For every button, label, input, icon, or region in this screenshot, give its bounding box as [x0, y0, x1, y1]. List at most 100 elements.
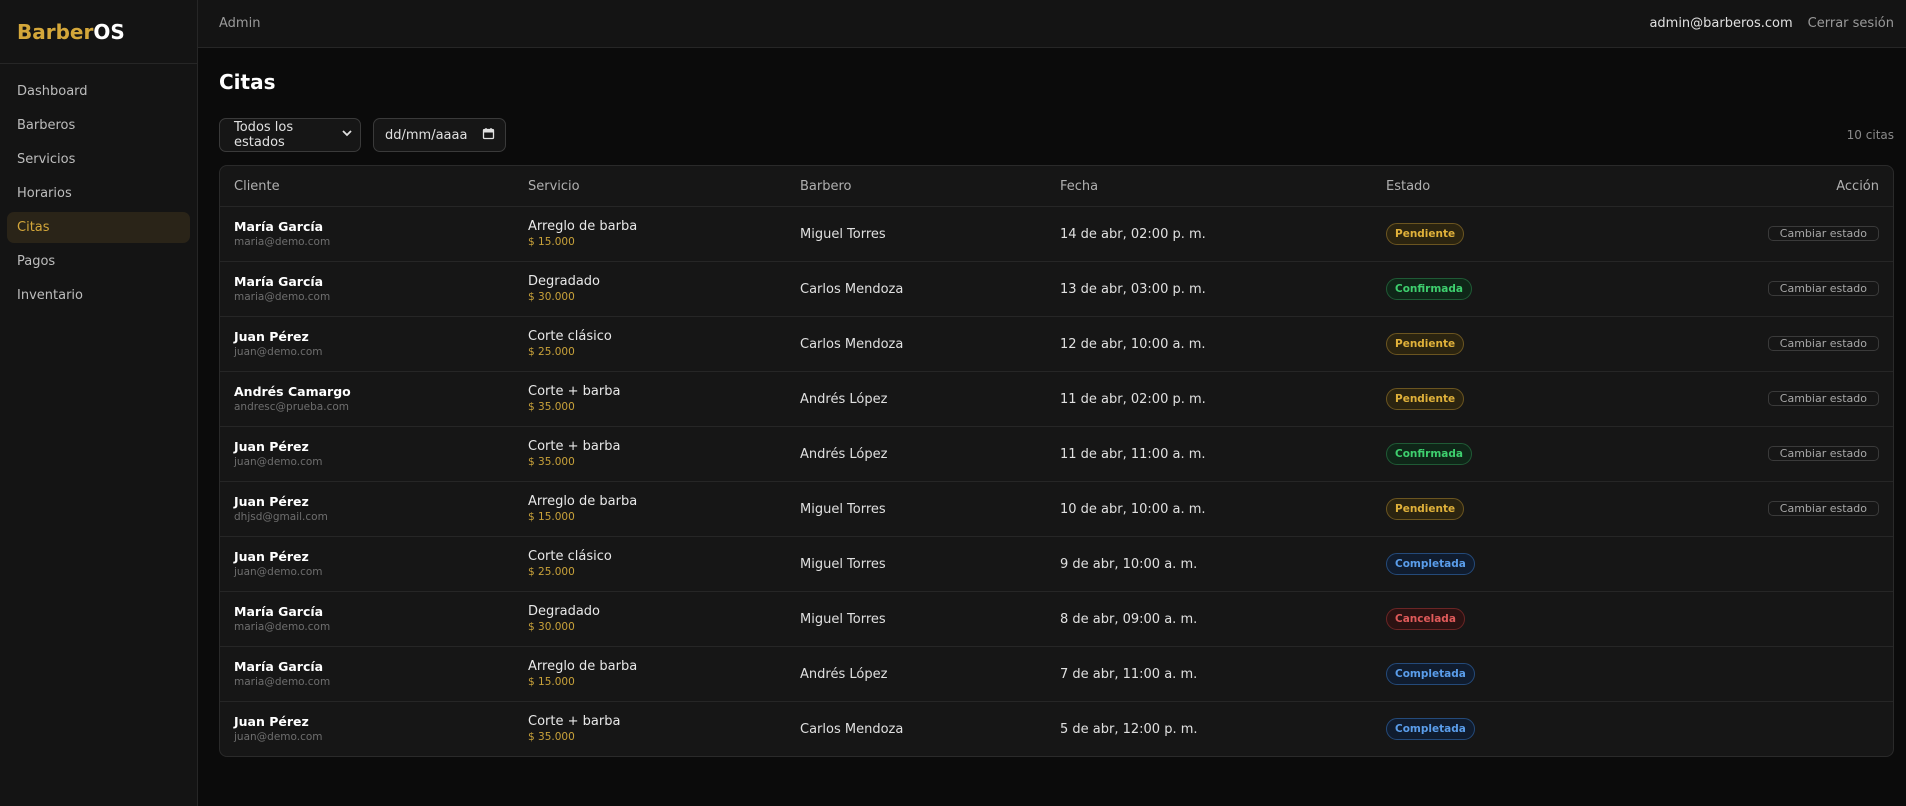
- table-row: María García maria@demo.com Arreglo de bar…: [220, 206, 1893, 261]
- sidebar-item-barberos[interactable]: Barberos: [7, 110, 190, 141]
- client-cell: Juan Pérez juan@demo.com: [234, 549, 323, 579]
- status-cell: Pendiente: [1386, 498, 1465, 520]
- status-badge: Completada: [1386, 663, 1475, 685]
- action-cell: Cambiar estado: [1767, 387, 1879, 411]
- service-price: $ 25.000: [528, 566, 575, 578]
- status-badge: Pendiente: [1386, 388, 1465, 410]
- main-content: Citas Todos los estados dd/mm/aaaa 10 ci…: [198, 48, 1906, 806]
- action-cell: Cambiar estado: [1767, 497, 1879, 521]
- sidebar-item-label: Inventario: [17, 288, 83, 303]
- table-row: Juan Pérez juan@demo.com Corte clásico $ 25…: [220, 316, 1893, 371]
- sidebar-item-servicios[interactable]: Servicios: [7, 144, 190, 175]
- client-cell: María García maria@demo.com: [234, 659, 330, 689]
- appointment-date: 11 de abr, 02:00 p. m.: [1060, 391, 1206, 407]
- header-accion: Acción: [1836, 178, 1879, 194]
- service-name: Corte clásico: [528, 549, 612, 564]
- user-role: Admin: [219, 16, 261, 31]
- appointment-date: 13 de abr, 03:00 p. m.: [1060, 281, 1206, 297]
- service-name: Arreglo de barba: [528, 494, 638, 509]
- sidebar: Barber OS Dashboard Barberos Servicios Horar…: [0, 0, 198, 806]
- appointment-date: 14 de abr, 02:00 p. m.: [1060, 226, 1206, 242]
- status-badge: Cancelada: [1386, 608, 1465, 630]
- service-name: Corte clásico: [528, 329, 612, 344]
- sidebar-item-horarios[interactable]: Horarios: [7, 178, 190, 209]
- status-filter-select[interactable]: Todos los estados: [219, 118, 361, 152]
- change-status-button[interactable]: Cambiar estado: [1767, 446, 1879, 461]
- status-cell: Completada: [1386, 553, 1475, 575]
- change-status-button[interactable]: Cambiar estado: [1767, 501, 1879, 516]
- brand-part-2: OS: [93, 19, 125, 44]
- client-name: Juan Pérez: [234, 439, 309, 454]
- table-row: Juan Pérez juan@demo.com Corte clásico $ 25…: [220, 536, 1893, 591]
- topbar-user-area: admin@barberos.com Cerrar sesión: [1649, 16, 1894, 31]
- service-cell: Corte + barba $ 35.000: [528, 439, 620, 469]
- logout-link[interactable]: Cerrar sesión: [1808, 16, 1894, 31]
- service-price: $ 25.000: [528, 346, 575, 358]
- service-name: Arreglo de barba: [528, 659, 638, 674]
- change-status-button[interactable]: Cambiar estado: [1767, 391, 1879, 406]
- date-filter-input[interactable]: dd/mm/aaaa: [373, 118, 506, 152]
- barber-name: Carlos Mendoza: [800, 721, 904, 737]
- sidebar-nav: Dashboard Barberos Servicios Horarios Citas P…: [0, 64, 197, 311]
- status-badge: Confirmada: [1386, 443, 1472, 465]
- action-cell: Cambiar estado: [1767, 442, 1879, 466]
- barber-name: Andrés López: [800, 391, 888, 407]
- client-cell: Juan Pérez juan@demo.com: [234, 329, 323, 359]
- barber-name: Carlos Mendoza: [800, 281, 904, 297]
- sidebar-item-label: Dashboard: [17, 84, 88, 99]
- service-price: $ 35.000: [528, 456, 575, 468]
- barber-name: Miguel Torres: [800, 611, 886, 627]
- calendar-icon[interactable]: [482, 127, 495, 144]
- status-badge: Confirmada: [1386, 278, 1472, 300]
- status-cell: Pendiente: [1386, 333, 1465, 355]
- date-filter-placeholder: dd/mm/aaaa: [385, 127, 468, 143]
- client-email: juan@demo.com: [234, 731, 323, 743]
- barber-name: Andrés López: [800, 666, 888, 682]
- table-row: María García maria@demo.com Arreglo de bar…: [220, 646, 1893, 701]
- status-badge: Pendiente: [1386, 223, 1465, 245]
- client-cell: Juan Pérez juan@demo.com: [234, 714, 323, 744]
- service-name: Corte + barba: [528, 384, 621, 399]
- status-cell: Pendiente: [1386, 223, 1465, 245]
- client-email: andresc@prueba.com: [234, 401, 350, 413]
- barber-name: Miguel Torres: [800, 226, 886, 242]
- change-status-button[interactable]: Cambiar estado: [1767, 226, 1879, 241]
- header-estado[interactable]: Estado: [1386, 179, 1430, 194]
- table-row: Juan Pérez dhjsd@gmail.com Arreglo de barb…: [220, 481, 1893, 536]
- brand-logo[interactable]: Barber OS: [0, 0, 197, 64]
- sidebar-item-citas[interactable]: Citas: [7, 212, 190, 243]
- status-badge: Completada: [1386, 718, 1475, 740]
- page-title: Citas: [219, 70, 276, 94]
- change-status-button[interactable]: Cambiar estado: [1767, 281, 1879, 296]
- change-status-button[interactable]: Cambiar estado: [1767, 336, 1879, 351]
- status-badge: Completada: [1386, 553, 1475, 575]
- table-row: María García maria@demo.com Degradado $ 30.…: [220, 591, 1893, 646]
- service-price: $ 30.000: [528, 291, 575, 303]
- barber-name: Miguel Torres: [800, 556, 886, 572]
- header-servicio[interactable]: Servicio: [528, 179, 580, 194]
- header-cliente[interactable]: Cliente: [234, 179, 280, 194]
- status-cell: Confirmada: [1386, 278, 1472, 300]
- client-email: maria@demo.com: [234, 291, 331, 303]
- table-row: Juan Pérez juan@demo.com Corte + barba $ 35…: [220, 701, 1893, 756]
- topbar: Admin admin@barberos.com Cerrar sesión: [198, 0, 1906, 48]
- filters-bar: Todos los estados dd/mm/aaaa 10 citas: [219, 118, 1894, 152]
- sidebar-item-dashboard[interactable]: Dashboard: [7, 76, 190, 107]
- header-fecha[interactable]: Fecha: [1060, 179, 1098, 194]
- service-name: Arreglo de barba: [528, 219, 638, 234]
- client-email: maria@demo.com: [234, 236, 331, 248]
- sidebar-item-pagos[interactable]: Pagos: [7, 246, 190, 277]
- sidebar-item-inventario[interactable]: Inventario: [7, 280, 190, 311]
- client-name: Juan Pérez: [234, 329, 309, 344]
- client-cell: María García maria@demo.com: [234, 219, 330, 249]
- status-filter-value: Todos los estados: [234, 120, 294, 150]
- client-cell: Juan Pérez dhjsd@gmail.com: [234, 494, 328, 524]
- barber-name: Andrés López: [800, 446, 888, 462]
- status-badge: Pendiente: [1386, 498, 1465, 520]
- barber-name: Miguel Torres: [800, 501, 886, 517]
- service-cell: Degradado $ 30.000: [528, 274, 600, 304]
- status-badge: Pendiente: [1386, 333, 1465, 355]
- table-header-row: Cliente Servicio Barbero Fecha Estado Ac…: [220, 166, 1893, 206]
- header-barbero[interactable]: Barbero: [800, 179, 852, 194]
- service-price: $ 30.000: [528, 621, 575, 633]
